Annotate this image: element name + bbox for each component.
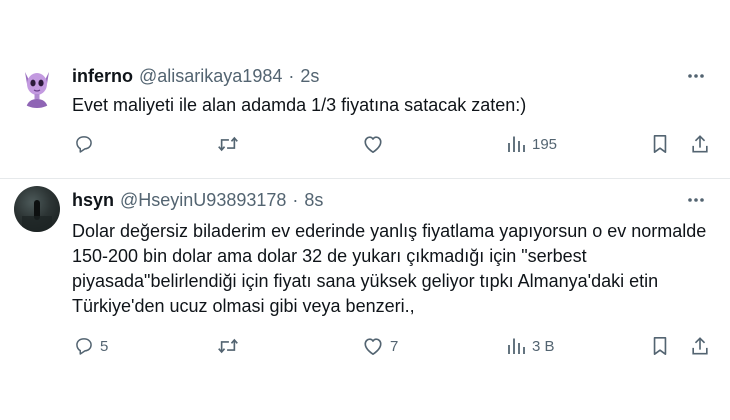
avatar[interactable]: [14, 62, 60, 108]
share-icon: [692, 135, 708, 153]
timestamp[interactable]: 8s: [304, 190, 323, 211]
bookmark-icon: [653, 135, 667, 153]
reply-icon: [76, 136, 92, 153]
alien-avatar-image: [14, 62, 60, 108]
avatar[interactable]: [14, 186, 60, 232]
dark-figure-avatar-image: [22, 200, 52, 232]
bookmark-icon: [653, 337, 667, 355]
display-name[interactable]: hsyn: [72, 190, 114, 211]
views-icon: [508, 136, 525, 152]
share-button[interactable]: [690, 134, 710, 154]
share-icon: [692, 337, 708, 355]
like-button[interactable]: 7: [362, 336, 398, 356]
heart-icon: [364, 136, 382, 153]
retweet-icon: [218, 338, 238, 354]
tweet-text: Dolar değersiz biladerim ev ederinde yan…: [72, 221, 707, 316]
view-count: 3 B: [532, 337, 555, 355]
view-count: 195: [532, 135, 558, 153]
retweet-button[interactable]: [217, 336, 245, 356]
tweet-header: inferno @alisarikaya1984 · 2s: [72, 64, 319, 88]
bookmark-button[interactable]: [651, 336, 669, 356]
user-handle[interactable]: @HseyinU93893178: [120, 190, 286, 211]
retweet-icon: [218, 136, 238, 152]
tweet[interactable]: inferno @alisarikaya1984 · 2s Evet maliy…: [0, 0, 730, 178]
user-handle[interactable]: @alisarikaya1984: [139, 66, 282, 87]
reply-icon: [76, 338, 92, 355]
reply-button[interactable]: 5: [74, 336, 108, 356]
more-options-button[interactable]: [684, 188, 708, 212]
retweet-button[interactable]: [217, 134, 245, 154]
separator-dot: ·: [288, 65, 295, 86]
tweet-header: hsyn @HseyinU93893178 · 8s: [72, 188, 323, 212]
tweet-text: Evet maliyeti ile alan adamda 1/3 fiyatı…: [72, 95, 527, 115]
reply-count: 5: [100, 337, 109, 355]
views-button[interactable]: 3 B: [506, 336, 555, 356]
timestamp[interactable]: 2s: [300, 66, 319, 87]
display-name[interactable]: inferno: [72, 66, 133, 87]
like-button[interactable]: [362, 134, 390, 154]
like-count: 7: [390, 337, 399, 355]
heart-icon: [364, 338, 382, 355]
bookmark-button[interactable]: [651, 134, 669, 154]
more-options-button[interactable]: [684, 64, 708, 88]
views-icon: [508, 338, 525, 354]
views-button[interactable]: 195: [506, 134, 557, 154]
more-icon: [688, 74, 704, 78]
separator-dot: ·: [292, 189, 299, 210]
reply-button[interactable]: [74, 134, 100, 154]
share-button[interactable]: [690, 336, 710, 356]
more-icon: [688, 198, 704, 202]
